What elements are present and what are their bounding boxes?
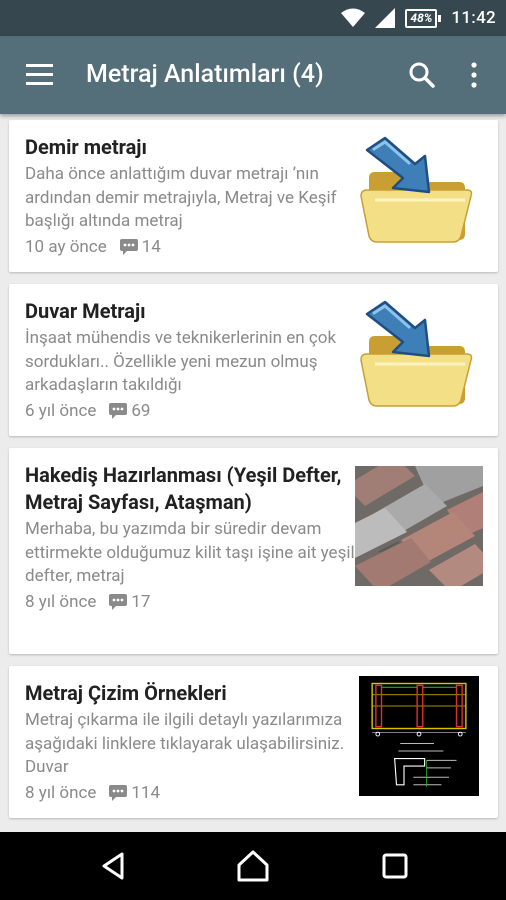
navigation-bar	[0, 832, 506, 900]
article-title: Hakediş Hazırlanması (Yeşil Defter, Metr…	[25, 463, 342, 514]
article-card[interactable]: Duvar Metrajı İnşaat mühendis ve teknike…	[9, 284, 498, 436]
battery-indicator: 48%	[405, 8, 442, 28]
article-title: Metraj Çizim Örnekleri	[25, 681, 227, 705]
comment-icon	[108, 783, 128, 803]
overflow-menu-icon[interactable]	[462, 60, 486, 90]
comment-icon	[108, 401, 128, 421]
status-bar: 48% 11:42	[0, 0, 506, 36]
battery-level: 48%	[410, 10, 433, 25]
comment-count: 69	[131, 400, 151, 421]
comment-icon	[119, 237, 139, 257]
hamburger-menu-icon[interactable]	[26, 64, 53, 86]
back-icon[interactable]	[96, 848, 132, 884]
comment-count: 14	[141, 236, 161, 257]
article-date: 8 yıl önce	[25, 591, 97, 612]
article-excerpt: Daha önce anlattığım duvar metrajı ’nın …	[25, 164, 337, 231]
article-excerpt: İnşaat mühendis ve teknikerlerinin en ço…	[25, 328, 337, 395]
article-card[interactable]: Hakediş Hazırlanması (Yeşil Defter, Metr…	[9, 448, 498, 654]
comment-count: 17	[131, 591, 151, 612]
paving-stones-thumbnail	[355, 466, 483, 586]
article-date: 6 yıl önce	[25, 400, 97, 421]
article-title: Demir metrajı	[25, 135, 147, 159]
article-card[interactable]: Demir metrajı Daha önce anlattığım duvar…	[9, 120, 498, 272]
search-icon[interactable]	[407, 60, 437, 90]
signal-icon	[375, 8, 396, 28]
clock: 11:42	[451, 8, 496, 28]
article-title: Duvar Metrajı	[25, 299, 146, 323]
page-title: Metraj Anlatımları (4)	[86, 60, 324, 89]
article-date: 8 yıl önce	[25, 782, 97, 803]
recents-icon[interactable]	[377, 848, 413, 884]
folder-icon	[355, 298, 483, 418]
article-excerpt: Merhaba, bu yazımda bir süredir devam et…	[25, 519, 355, 586]
app-bar: Metraj Anlatımları (4)	[0, 36, 506, 114]
home-icon[interactable]	[235, 848, 271, 884]
folder-icon	[355, 134, 483, 254]
comment-icon	[108, 592, 128, 612]
cad-drawing-thumbnail	[359, 676, 479, 796]
article-card[interactable]: Metraj Çizim Örnekleri Metraj çıkarma il…	[9, 666, 498, 818]
article-date: 10 ay önce	[25, 236, 107, 257]
comment-count: 114	[131, 782, 161, 803]
article-excerpt: Metraj çıkarma ile ilgili detaylı yazıla…	[25, 710, 345, 777]
article-list: Demir metrajı Daha önce anlattığım duvar…	[0, 114, 506, 832]
wifi-icon	[341, 8, 366, 27]
